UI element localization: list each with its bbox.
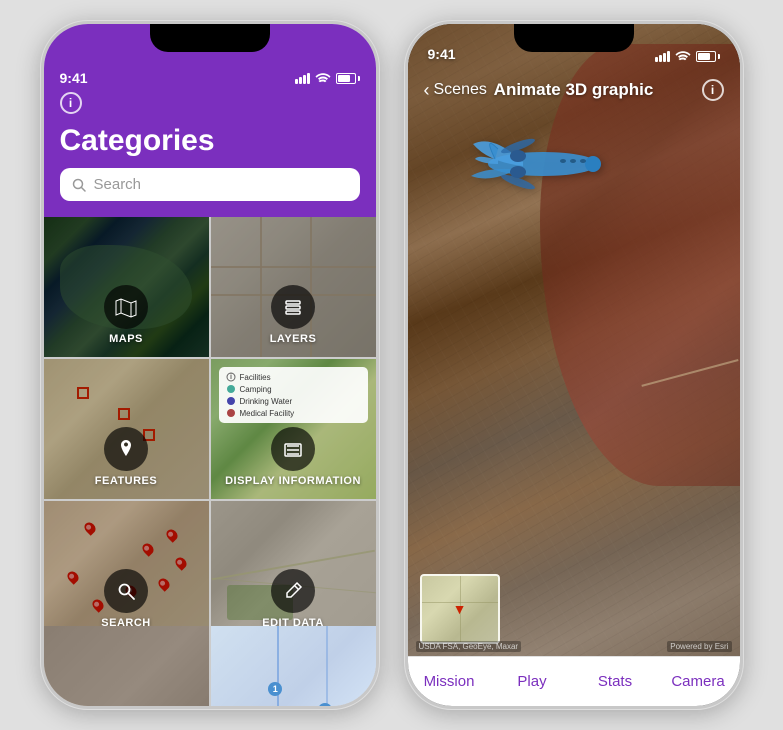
features-label: FEATURES: [95, 475, 157, 487]
airplane-3d-svg: [463, 104, 623, 224]
minimap-pin: ▼: [453, 601, 467, 617]
maps-content: MAPS: [44, 285, 209, 345]
phone-1: 9:41: [40, 20, 380, 710]
features-icon-circle: [104, 427, 148, 471]
search-grid-icon: [115, 580, 137, 602]
display-icon-circle: [271, 427, 315, 471]
grid-item-features[interactable]: FEATURES: [44, 359, 209, 499]
phone1-info-icon[interactable]: i: [60, 92, 82, 114]
phone-2: ▼ USDA FSA, GeoEye, Maxar Powered by Esr…: [404, 20, 744, 710]
layers-icon-circle: [271, 285, 315, 329]
attribution-right: Powered by Esri: [667, 641, 731, 652]
phone1-nav-bar: i: [60, 88, 360, 118]
phone2-nav-title: Animate 3D graphic: [494, 80, 654, 100]
layers-label: LAYERS: [270, 333, 317, 345]
search-bar[interactable]: Search: [60, 168, 360, 201]
grid-item-bottom1[interactable]: [44, 626, 209, 706]
attribution-left: USDA FSA, GeoEye, Maxar: [416, 641, 522, 652]
edit-content: EDIT DATA: [211, 569, 376, 626]
bottom-partial-row: 1 2: [44, 626, 376, 706]
pin-icon: [115, 438, 137, 460]
search-content: SEARCH: [44, 569, 209, 626]
search-icon: [72, 178, 86, 192]
search-icon-circle: [104, 569, 148, 613]
phone2-status-icons: [655, 50, 720, 62]
maps-icon-circle: [104, 285, 148, 329]
grid-item-maps[interactable]: MAPS: [44, 217, 209, 357]
tab-stats[interactable]: Stats: [574, 673, 657, 690]
phone1-screen: 9:41: [44, 24, 376, 706]
tab-mission[interactable]: Mission: [408, 673, 491, 690]
phone2-nav: ‹ Scenes Animate 3D graphic i: [408, 68, 740, 112]
phone2-tabbar: Mission Play Stats Camera: [408, 656, 740, 706]
display-label: DISPLAY INFORMATION: [225, 475, 361, 487]
grid-item-edit[interactable]: EDIT DATA: [211, 501, 376, 626]
edit-icon-circle: [271, 569, 315, 613]
categories-title: Categories: [60, 124, 360, 158]
search-label: SEARCH: [101, 617, 150, 626]
phone2-time: 9:41: [428, 46, 456, 62]
back-arrow-icon: ‹: [424, 80, 430, 101]
layers-icon: [282, 296, 304, 318]
phone1-status-icons: [295, 72, 360, 84]
grid-item-search[interactable]: SEARCH: [44, 501, 209, 626]
phone1-notch: [150, 24, 270, 52]
nav-back-button[interactable]: ‹ Scenes: [424, 80, 487, 101]
map-icon: [115, 296, 137, 318]
phone2-notch: [514, 24, 634, 52]
tab-camera[interactable]: Camera: [657, 673, 740, 690]
phone2-screen: ▼ USDA FSA, GeoEye, Maxar Powered by Esr…: [408, 24, 740, 706]
phone1-time: 9:41: [60, 70, 88, 86]
layers-content: LAYERS: [211, 285, 376, 345]
tab-play[interactable]: Play: [491, 673, 574, 690]
features-content: FEATURES: [44, 427, 209, 487]
nav-back-label: Scenes: [434, 81, 487, 99]
list-icon: [282, 438, 304, 460]
grid-item-bottom2[interactable]: 1 2: [211, 626, 376, 706]
airplane: [463, 104, 623, 224]
edit-label: EDIT DATA: [262, 617, 324, 626]
grid-item-display[interactable]: Facilities Camping Drinking Water: [211, 359, 376, 499]
phone2-map-area: ▼ USDA FSA, GeoEye, Maxar Powered by Esr…: [408, 24, 740, 656]
maps-label: MAPS: [109, 333, 143, 345]
app-scene: 9:41: [0, 0, 783, 730]
map-attribution: USDA FSA, GeoEye, Maxar Powered by Esri: [408, 641, 740, 652]
phone1-header: 9:41: [44, 24, 376, 217]
grid-item-layers[interactable]: LAYERS: [211, 217, 376, 357]
display-card: Facilities Camping Drinking Water: [219, 367, 368, 423]
search-placeholder: Search: [94, 176, 142, 193]
categories-grid: MAPS: [44, 217, 376, 626]
pencil-icon: [282, 580, 304, 602]
display-content: DISPLAY INFORMATION: [211, 427, 376, 487]
minimap: ▼: [420, 574, 500, 644]
phone2-info-icon[interactable]: i: [702, 79, 724, 101]
